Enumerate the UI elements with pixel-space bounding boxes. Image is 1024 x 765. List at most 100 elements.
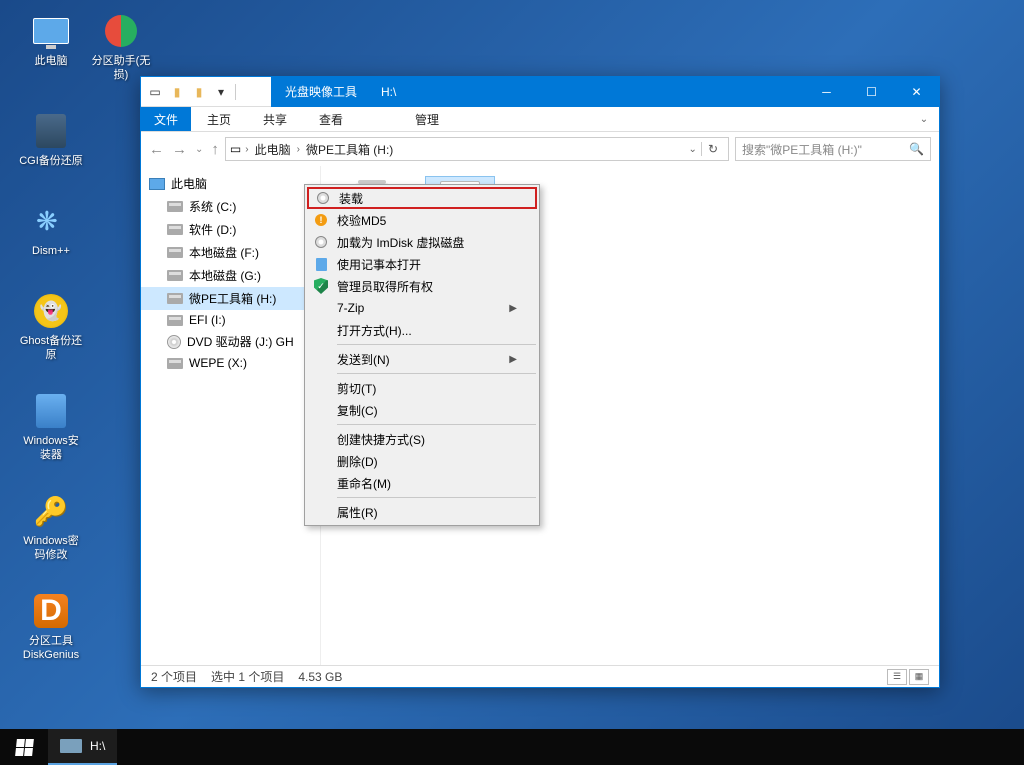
drive-icon — [167, 358, 183, 369]
context-menu-item[interactable]: 复制(C) — [307, 399, 537, 421]
desktop-icon-this-pc[interactable]: 此电脑 — [16, 10, 86, 68]
titlebar[interactable]: ▭ ▮ ▮ ▾ 光盘映像工具 H:\ ─ ☐ ✕ — [141, 77, 939, 107]
blank-icon — [313, 402, 329, 418]
desktop-icon-windows-installer[interactable]: Windows安 装器 — [16, 390, 86, 462]
context-menu-item[interactable]: 打开方式(H)... — [307, 319, 537, 341]
ribbon-tab-manage[interactable]: 管理 — [399, 105, 455, 131]
desktop-icon-ghost-backup[interactable]: 👻Ghost备份还 原 — [16, 290, 86, 362]
context-tab-label: 光盘映像工具 — [271, 77, 371, 107]
menu-item-label: 加载为 ImDisk 虚拟磁盘 — [337, 234, 464, 251]
menu-item-label: 剪切(T) — [337, 380, 376, 397]
menu-item-label: 重命名(M) — [337, 475, 391, 492]
tree-item-label: 系统 (C:) — [189, 198, 236, 215]
tree-item-label: 本地磁盘 (F:) — [189, 244, 259, 261]
dropdown-icon[interactable]: ▾ — [213, 84, 229, 100]
ribbon-expand-icon[interactable]: ⌄ — [909, 107, 939, 131]
context-menu-item[interactable]: 装载 — [307, 187, 537, 209]
breadcrumb-root[interactable]: 此电脑 — [253, 141, 293, 158]
address-dropdown-icon[interactable]: ⌄ — [689, 144, 697, 155]
desktop-icon-cgi-backup[interactable]: CGI备份还原 — [16, 110, 86, 168]
menu-item-label: 删除(D) — [337, 453, 378, 470]
drive-icon: ▭ — [147, 84, 163, 100]
ribbon-file-tab[interactable]: 文件 — [141, 107, 191, 131]
context-menu-item[interactable]: 剪切(T) — [307, 377, 537, 399]
start-button[interactable] — [0, 729, 48, 765]
context-menu-item[interactable]: 加载为 ImDisk 虚拟磁盘 — [307, 231, 537, 253]
nav-recent-icon[interactable]: ⌄ — [195, 144, 203, 155]
nav-forward-icon[interactable]: → — [172, 141, 187, 158]
desktop-icon-windows-password[interactable]: 🔑Windows密 码修改 — [16, 490, 86, 562]
context-menu-item[interactable]: 使用记事本打开 — [307, 253, 537, 275]
tree-item[interactable]: WEPE (X:) — [141, 353, 320, 373]
drive-icon — [167, 293, 183, 304]
status-count: 2 个项目 — [151, 668, 197, 685]
blank-icon — [313, 351, 329, 367]
close-button[interactable]: ✕ — [894, 77, 939, 107]
submenu-arrow-icon: ▶ — [509, 303, 517, 314]
context-menu-item[interactable]: ✓管理员取得所有权 — [307, 275, 537, 297]
tree-item-label: 本地磁盘 (G:) — [189, 267, 261, 284]
explorer-window: ▭ ▮ ▮ ▾ 光盘映像工具 H:\ ─ ☐ ✕ 文件 主页 共享 查看 管理 … — [140, 76, 940, 688]
quick-access-toolbar: ▭ ▮ ▮ ▾ — [141, 77, 271, 107]
tree-root-this-pc[interactable]: 此电脑 — [141, 172, 320, 195]
context-menu-item[interactable]: 创建快捷方式(S) — [307, 428, 537, 450]
blank-icon — [313, 475, 329, 491]
menu-separator — [337, 497, 536, 498]
ribbon: 文件 主页 共享 查看 管理 ⌄ — [141, 107, 939, 132]
menu-item-label: 创建快捷方式(S) — [337, 431, 425, 448]
tree-item-label: EFI (I:) — [189, 313, 226, 327]
nav-up-icon[interactable]: ↑ — [211, 141, 219, 158]
tree-item[interactable]: 软件 (D:) — [141, 218, 320, 241]
nav-back-icon[interactable]: ← — [149, 141, 164, 158]
blank-icon — [313, 322, 329, 338]
disc-icon — [313, 234, 329, 250]
minimize-button[interactable]: ─ — [804, 77, 849, 107]
address-bar[interactable]: ▭ › 此电脑 › 微PE工具箱 (H:) ⌄ ↻ — [225, 137, 729, 161]
tree-item[interactable]: DVD 驱动器 (J:) GH — [141, 330, 320, 353]
tree-item[interactable]: 系统 (C:) — [141, 195, 320, 218]
tree-item-label: 微PE工具箱 (H:) — [189, 290, 276, 307]
blank-icon — [313, 504, 329, 520]
context-menu-item[interactable]: 重命名(M) — [307, 472, 537, 494]
ribbon-tab-share[interactable]: 共享 — [247, 107, 303, 131]
disc-icon — [315, 190, 331, 206]
blank-icon — [313, 453, 329, 469]
tree-item[interactable]: 本地磁盘 (F:) — [141, 241, 320, 264]
context-menu-item[interactable]: 删除(D) — [307, 450, 537, 472]
menu-item-label: 发送到(N) — [337, 351, 390, 368]
search-input[interactable]: 搜索"微PE工具箱 (H:)" 🔍 — [735, 137, 931, 161]
nav-tree: 此电脑 系统 (C:) 软件 (D:) 本地磁盘 (F:) 本地磁盘 (G:) 微PE工… — [141, 166, 321, 666]
refresh-icon[interactable]: ↻ — [701, 142, 724, 156]
maximize-button[interactable]: ☐ — [849, 77, 894, 107]
taskbar-item-explorer[interactable]: H:\ — [48, 729, 117, 765]
tree-item[interactable]: EFI (I:) — [141, 310, 320, 330]
menu-item-label: 7-Zip — [337, 301, 364, 315]
tree-item-label: 软件 (D:) — [189, 221, 236, 238]
context-menu-item[interactable]: !校验MD5 — [307, 209, 537, 231]
breadcrumb-path[interactable]: 微PE工具箱 (H:) — [304, 141, 395, 158]
drive-icon — [167, 247, 183, 258]
menu-item-label: 打开方式(H)... — [337, 322, 412, 339]
desktop-icon-dism[interactable]: ❋Dism++ — [16, 200, 86, 258]
desktop-icon-diskgenius[interactable]: D分区工具 DiskGenius — [16, 590, 86, 662]
drive-icon — [167, 224, 183, 235]
menu-separator — [337, 344, 536, 345]
context-menu-item[interactable]: 发送到(N)▶ — [307, 348, 537, 370]
ribbon-tab-view[interactable]: 查看 — [303, 107, 359, 131]
desktop-icon-partition-assistant[interactable]: 分区助手(无 损) — [86, 10, 156, 82]
blank-icon — [313, 380, 329, 396]
view-large-button[interactable]: ▦ — [909, 669, 929, 685]
drive-icon — [167, 201, 183, 212]
tree-item[interactable]: 微PE工具箱 (H:) — [141, 287, 320, 310]
context-menu-item[interactable]: 7-Zip ▶ — [307, 297, 537, 319]
tree-item[interactable]: 本地磁盘 (G:) — [141, 264, 320, 287]
blank-icon — [313, 300, 329, 316]
dvd-icon — [167, 335, 181, 349]
view-details-button[interactable]: ☰ — [887, 669, 907, 685]
status-bar: 2 个项目 选中 1 个项目 4.53 GB ☰ ▦ — [141, 665, 939, 687]
blank-icon — [313, 431, 329, 447]
search-icon: 🔍 — [909, 142, 924, 156]
ribbon-tab-home[interactable]: 主页 — [191, 107, 247, 131]
context-menu-item[interactable]: 属性(R) — [307, 501, 537, 523]
folder-icon: ▮ — [169, 84, 185, 100]
